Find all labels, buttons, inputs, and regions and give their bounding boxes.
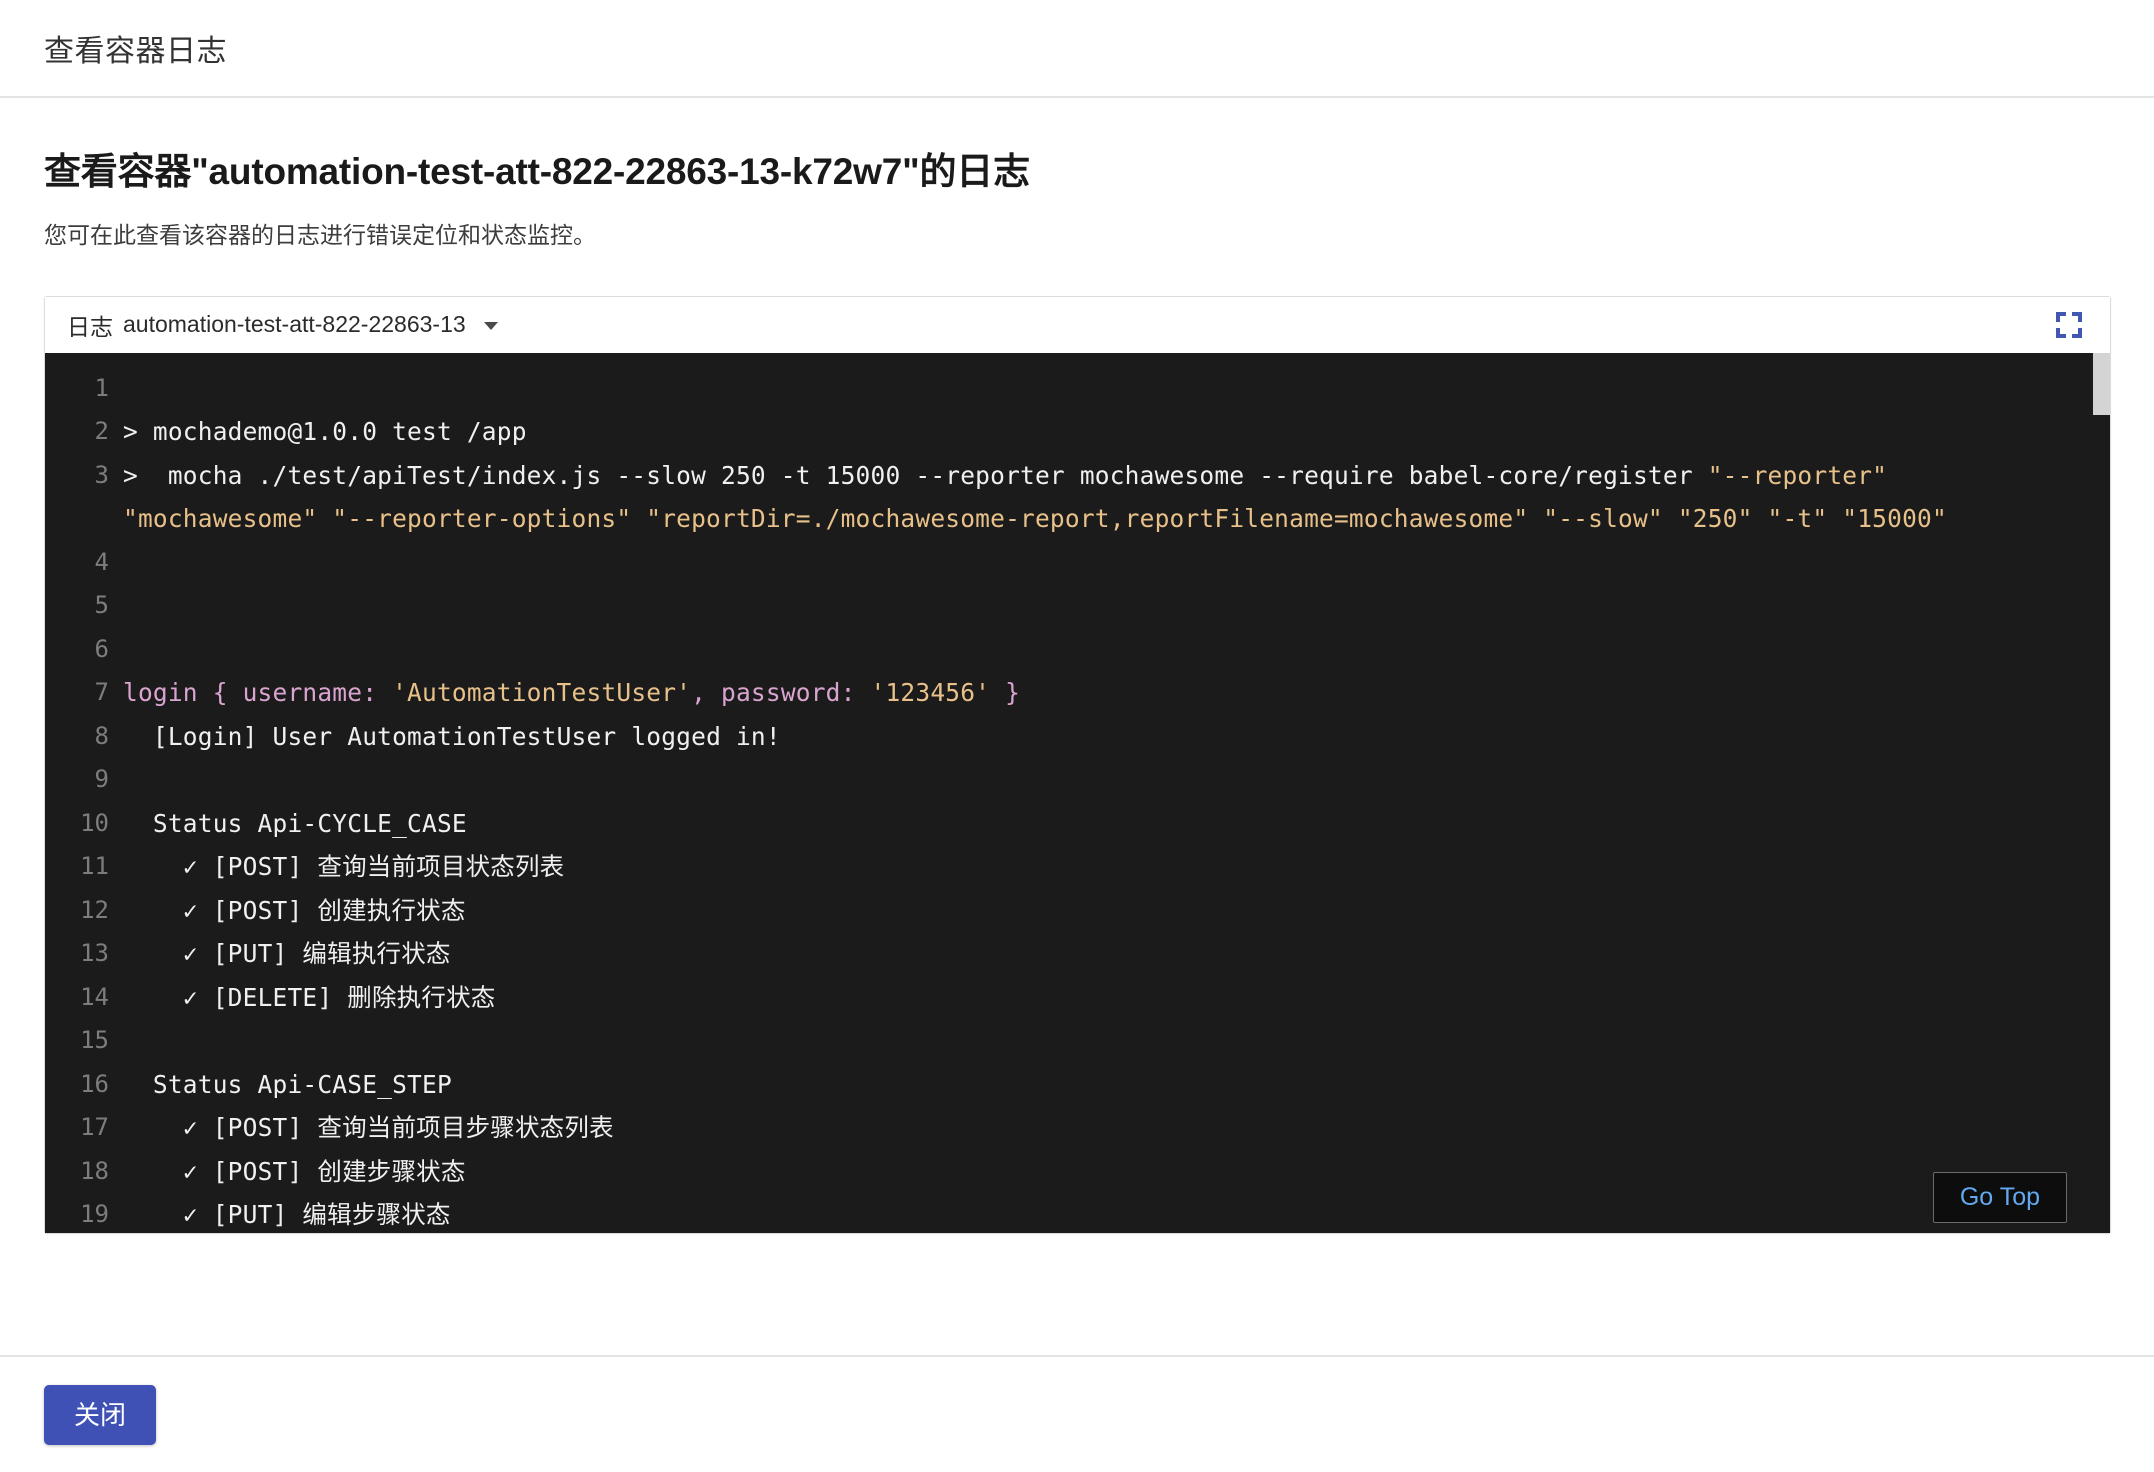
- fullscreen-icon-corner-br: [2072, 327, 2082, 338]
- log-line-number: 3: [94, 460, 109, 489]
- log-line: 1: [45, 367, 2110, 411]
- log-line-text: Status Api-CYCLE_CASE: [123, 802, 2110, 846]
- log-token: login { username:: [123, 678, 393, 708]
- log-line-number: 2: [94, 417, 109, 446]
- log-token: ✓ [POST] 创建步骤状态: [123, 1156, 466, 1186]
- log-line-text: [123, 584, 2110, 628]
- log-token: ✓ [DELETE] 删除执行状态: [123, 982, 496, 1012]
- log-line: 5: [45, 584, 2110, 628]
- fullscreen-icon-corner-tl: [2056, 311, 2066, 322]
- log-selector-label: 日志: [67, 313, 113, 340]
- log-line-number: 4: [94, 547, 109, 576]
- go-top-button[interactable]: Go Top: [1932, 1171, 2067, 1223]
- log-token: ✓ [POST] 查询当前项目状态列表: [123, 852, 565, 882]
- log-line: 19 ✓ [PUT] 编辑步骤状态: [45, 1193, 2110, 1233]
- log-token: 'AutomationTestUser': [392, 678, 692, 708]
- fullscreen-icon[interactable]: [2056, 311, 2082, 338]
- page-title: 查看容器"automation-test-att-822-22863-13-k7…: [44, 151, 1030, 192]
- log-line-number: 9: [94, 765, 109, 794]
- log-line: 2 > mochademo@1.0.0 test /app: [45, 410, 2110, 454]
- log-line-text: ✓ [POST] 查询当前项目步骤状态列表: [123, 1106, 2110, 1150]
- log-line-text: ✓ [POST] 创建执行状态: [123, 889, 2110, 933]
- log-line-number: 12: [80, 895, 109, 924]
- log-line: 17 ✓ [POST] 查询当前项目步骤状态列表: [45, 1106, 2110, 1150]
- chevron-down-icon: [483, 322, 498, 331]
- log-line: 18 ✓ [POST] 创建步骤状态: [45, 1150, 2110, 1194]
- log-line-text: [123, 758, 2110, 802]
- log-line: 12 ✓ [POST] 创建执行状态: [45, 889, 2110, 933]
- log-token: ✓ [PUT] 编辑执行状态: [123, 939, 451, 969]
- log-token: }: [990, 678, 1021, 708]
- log-token: [Login] User AutomationTestUser logged i…: [123, 721, 781, 751]
- log-line-number: 7: [94, 678, 109, 707]
- log-line: 6: [45, 628, 2110, 672]
- log-line-text: [123, 541, 2110, 585]
- log-source-dropdown[interactable]: 日志 automation-test-att-822-22863-13: [67, 308, 498, 342]
- log-line: 16 Status Api-CASE_STEP: [45, 1063, 2110, 1107]
- close-button[interactable]: 关闭: [44, 1385, 157, 1445]
- log-line-text: > mochademo@1.0.0 test /app: [123, 410, 2110, 454]
- log-console[interactable]: 1 2 > mochademo@1.0.0 test /app 3 > mocha .…: [45, 352, 2110, 1233]
- log-line-number: 6: [94, 634, 109, 663]
- log-line: 14 ✓ [DELETE] 删除执行状态: [45, 976, 2110, 1020]
- log-line: 4: [45, 541, 2110, 585]
- log-selector-value: automation-test-att-822-22863-13: [123, 311, 466, 338]
- dialog-body: 查看容器"automation-test-att-822-22863-13-k7…: [0, 98, 2154, 1234]
- dialog-footer: 关闭: [0, 1355, 2154, 1472]
- log-toolbar: 日志 automation-test-att-822-22863-13: [45, 296, 2110, 353]
- dialog-header: 查看容器日志: [0, 0, 2154, 98]
- log-console-scrollbar-thumb[interactable]: [2093, 352, 2110, 415]
- log-line-number: 18: [80, 1156, 109, 1185]
- log-token: Status Api-CYCLE_CASE: [123, 808, 467, 838]
- log-token: ✓ [PUT] 编辑步骤状态: [123, 1200, 451, 1230]
- log-token: '123456': [870, 678, 991, 708]
- log-line-text: [123, 1019, 2110, 1063]
- fullscreen-icon-corner-tr: [2072, 311, 2082, 322]
- container-log-dialog: 查看容器日志 查看容器"automation-test-att-822-2286…: [0, 0, 2154, 1472]
- log-token: , password:: [691, 678, 871, 708]
- page-subtitle: 您可在此查看该容器的日志进行错误定位和状态监控。: [44, 222, 596, 249]
- log-line-number: 17: [80, 1113, 109, 1142]
- log-line: 11 ✓ [POST] 查询当前项目状态列表: [45, 845, 2110, 889]
- log-line-text: > mocha ./test/apiTest/index.js --slow 2…: [123, 454, 2110, 541]
- log-line-text: ✓ [PUT] 编辑步骤状态: [123, 1193, 2110, 1233]
- dialog-header-title: 查看容器日志: [44, 35, 227, 68]
- log-line-text: ✓ [POST] 查询当前项目状态列表: [123, 845, 2110, 889]
- log-line-number: 11: [80, 852, 109, 881]
- log-line: 13 ✓ [PUT] 编辑执行状态: [45, 932, 2110, 976]
- log-line-number: 14: [80, 982, 109, 1011]
- log-line-text: [123, 367, 2110, 411]
- log-token: > mocha ./test/apiTest/index.js --slow 2…: [123, 460, 1708, 490]
- log-line-text: [Login] User AutomationTestUser logged i…: [123, 715, 2110, 759]
- log-line-number: 16: [80, 1069, 109, 1098]
- log-line-number: 19: [80, 1200, 109, 1229]
- log-token: > mochademo@1.0.0 test /app: [123, 417, 527, 447]
- log-line-number: 8: [94, 721, 109, 750]
- log-line-text: [123, 628, 2110, 672]
- log-line-number: 15: [80, 1026, 109, 1055]
- log-token: ✓ [POST] 查询当前项目步骤状态列表: [123, 1113, 614, 1143]
- log-line-text: ✓ [PUT] 编辑执行状态: [123, 932, 2110, 976]
- log-line: 15: [45, 1019, 2110, 1063]
- log-line-number: 5: [94, 591, 109, 620]
- log-console-content: 1 2 > mochademo@1.0.0 test /app 3 > mocha .…: [45, 353, 2110, 1233]
- log-line-number: 10: [80, 808, 109, 837]
- log-line: 8 [Login] User AutomationTestUser logged…: [45, 715, 2110, 759]
- log-line-text: ✓ [DELETE] 删除执行状态: [123, 976, 2110, 1020]
- log-console-scrollbar[interactable]: [2093, 352, 2110, 1233]
- fullscreen-icon-corner-bl: [2056, 327, 2066, 338]
- log-line: 9: [45, 758, 2110, 802]
- log-line-text: Status Api-CASE_STEP: [123, 1063, 2110, 1107]
- log-line-number: 13: [80, 939, 109, 968]
- log-line: 3 > mocha ./test/apiTest/index.js --slow …: [45, 454, 2110, 541]
- log-line: 10 Status Api-CYCLE_CASE: [45, 802, 2110, 846]
- log-panel: 日志 automation-test-att-822-22863-13 1 2 >…: [44, 295, 2111, 1234]
- log-token: Status Api-CASE_STEP: [123, 1069, 452, 1099]
- log-token: ✓ [POST] 创建执行状态: [123, 895, 466, 925]
- log-line-text: ✓ [POST] 创建步骤状态: [123, 1150, 2110, 1194]
- log-line: 7 login { username: 'AutomationTestUser',…: [45, 671, 2110, 715]
- log-line-number: 1: [94, 373, 109, 402]
- log-line-text: login { username: 'AutomationTestUser', …: [123, 671, 2110, 715]
